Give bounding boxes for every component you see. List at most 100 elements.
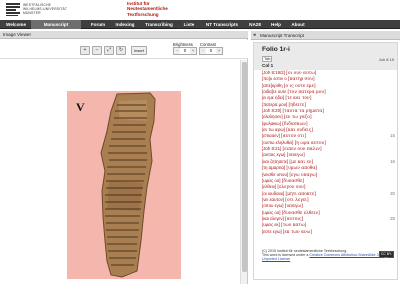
- contrast-stepper[interactable]: - 0 +: [199, 47, 223, 55]
- transcript-line-text: [τε και τον]: [285, 96, 312, 102]
- contrast-increase-button[interactable]: +: [216, 48, 222, 54]
- nav-item-liste[interactable]: Liste: [180, 20, 198, 29]
- transcript-line-ref: [πατερα μου]: [262, 101, 288, 107]
- transcript-line-ref: [οπου εγω]: [262, 203, 284, 209]
- nav-item-transcribing[interactable]: Transcribing: [142, 20, 176, 29]
- insert-button[interactable]: Insert: [131, 46, 148, 55]
- transcript-line-text: [υπαγω]: [284, 204, 303, 210]
- transcript-line-text: [εγω υπαγω]: [289, 172, 318, 178]
- transcript-line[interactable]: [εστε εγω] [εκ των ανω]: [262, 229, 395, 235]
- transcript-line-ref: [και ζητησετε]: [262, 158, 289, 164]
- nav-item-welcome[interactable]: Welcome: [3, 20, 29, 29]
- image-viewer-scrollbar[interactable]: [240, 60, 247, 284]
- nav-item-about[interactable]: About: [288, 20, 308, 29]
- transcript-line-ref: [αυτοις εγω]: [262, 152, 286, 158]
- transcript-panel-title: Manuscript Transcript: [260, 33, 304, 38]
- university-name: WESTFÄLISCHE WILHELMS-UNIVERSITÄT MÜNSTE…: [23, 3, 67, 15]
- transcript-line-text: [δυνασθε]: [281, 178, 305, 184]
- transcript-line-ref: [και ελεγεν]: [262, 215, 284, 221]
- brightness-value[interactable]: 0: [181, 48, 189, 54]
- transcript-line-text: [αυτον οτι]: [281, 134, 307, 140]
- transcript-lines: [Joh 8:19/2] [οι ουν αυτω] [πο]υ εστιν ο …: [262, 70, 395, 235]
- transcript-line-ref: [εστε εγω]: [262, 228, 282, 234]
- brightness-stepper[interactable]: - 0 +: [173, 47, 197, 55]
- transcript-line-text: [ο ις ουτε εμε]: [283, 83, 316, 89]
- site-header: WESTFÄLISCHE WILHELMS-UNIVERSITÄT MÜNSTE…: [0, 0, 400, 20]
- nav-item-na28[interactable]: NA28: [246, 20, 264, 29]
- scrollbar-thumb[interactable]: [242, 62, 247, 272]
- transcript-line-text: [υπαγω]: [286, 153, 305, 159]
- transcript-line-text: [εκ των ανω]: [282, 229, 312, 235]
- transcript-line-ref: [φυλακιω]: [262, 120, 281, 126]
- transcript-line-ref: [νει εαυτον]: [262, 196, 284, 202]
- folio-side-marker: V: [76, 100, 85, 114]
- nav-item-forum[interactable]: Forum: [87, 20, 109, 29]
- university-name-line: MÜNSTER: [23, 11, 41, 15]
- image-viewer-panel: Image Viewer + − ⤢ ↻ Insert Brightness -…: [0, 31, 248, 284]
- transcript-line-ref: [οι ιουδαιοι]: [262, 190, 285, 196]
- fit-page-button[interactable]: ⤢: [104, 46, 114, 55]
- transcript-line-ref: [νεισθε οπου]: [262, 171, 289, 177]
- transcript-line-ref: [πο]υ εστιν ο: [262, 76, 287, 82]
- transcript-line-text: [ελεγον ουν]: [277, 185, 306, 191]
- transcript-content[interactable]: Folio 1r-i Tab Joh 8 19 Col 1 [Joh 8:19/…: [253, 42, 398, 280]
- nav-item-nt-transcripts[interactable]: NT Transcripts: [202, 20, 242, 29]
- university-logo-mark: [6, 3, 20, 16]
- image-canvas[interactable]: V: [0, 60, 240, 284]
- papyrus-fragment-image: [100, 92, 156, 278]
- zoom-out-button[interactable]: −: [92, 46, 102, 55]
- transcript-line-text: [ειπεν ουν παλιν]: [282, 147, 322, 153]
- transcript-line-ref: [Joh 8:19/2]: [262, 70, 285, 75]
- nav-item-indexing[interactable]: Indexing: [113, 20, 137, 29]
- app-root: WESTFÄLISCHE WILHELMS-UNIVERSITÄT MÜNSTE…: [0, 0, 400, 284]
- transcript-line-ref: [Joh 8:20]: [262, 108, 282, 114]
- zoom-in-icon: +: [83, 47, 87, 53]
- transcript-header: Folio 1r-i Tab Joh 8 19 Col 1: [254, 43, 397, 70]
- license-notice: (C) 2015 Institut für neutestamentliche …: [262, 249, 395, 262]
- brightness-decrease-button[interactable]: -: [174, 48, 180, 54]
- transcript-line-text: [ηδειτε]: [288, 102, 306, 108]
- transcript-line-text: [μητι αποκτε]: [285, 191, 316, 197]
- transcript-panel-header[interactable]: ◂ Manuscript Transcript: [251, 31, 400, 40]
- transcript-line-text: [ταυτα τα ρηματα]: [282, 109, 325, 115]
- transcript-line-ref: [ουπω εληλυθει]: [262, 139, 294, 145]
- transcript-line-ref: [τη αμαρτια]: [262, 165, 286, 171]
- institute-name[interactable]: Institut für Neutestamentliche Textforsc…: [127, 1, 168, 17]
- transcript-line-ref: [υμεις ου]: [262, 209, 281, 215]
- transcript-line-text: [και ουδεις]: [286, 128, 313, 134]
- transcript-line-text: [οτι λεγει]: [285, 197, 309, 203]
- transcript-line-text: [διδασκων]: [282, 121, 308, 127]
- university-logo[interactable]: WESTFÄLISCHE WILHELMS-UNIVERSITÄT MÜNSTE…: [6, 2, 116, 18]
- transcript-line-ref: [ελθειν]: [262, 184, 277, 190]
- zoom-out-icon: −: [95, 47, 99, 53]
- rotate-button[interactable]: ↻: [116, 46, 126, 55]
- image-viewer-toolbar: + − ⤢ ↻ Insert Brightness - 0 + Contrast…: [0, 40, 248, 59]
- manuscript-page-image[interactable]: [67, 91, 181, 279]
- transcript-line-text: [εν τω γαζο]: [283, 115, 312, 121]
- nav-item-help[interactable]: Help: [268, 20, 284, 29]
- transcript-line-text: [οι ουν αυτω]: [286, 71, 317, 76]
- contrast-value[interactable]: 0: [207, 48, 215, 54]
- transcript-line-text: [η ωρα αυτου]: [294, 140, 326, 146]
- folio-title: Folio 1r-i: [262, 46, 290, 53]
- verse-reference: Joh 8 19: [378, 57, 394, 62]
- brightness-increase-button[interactable]: +: [190, 48, 196, 54]
- transcript-line-ref: [επιασεν]: [262, 133, 280, 139]
- main-nav: Welcome Manuscript Workspace Forum Index…: [0, 20, 400, 36]
- transcript-line-ref: [υμεις ου]: [262, 177, 281, 183]
- contrast-decrease-button[interactable]: -: [200, 48, 206, 54]
- transcript-line-text: [πατηρ σου]: [287, 77, 315, 83]
- tab-toggle[interactable]: Tab: [262, 56, 273, 63]
- cc-license-badge[interactable]: CC BY-SA: [379, 251, 394, 261]
- nav-item-manuscript-workspace[interactable]: Manuscript Workspace: [31, 20, 81, 36]
- transcript-line-text: [δυνασθε ελθειν]: [281, 210, 320, 216]
- transcript-line-text: [αυτοις]: [285, 216, 304, 222]
- transcript-line-ref: [ελαλησεν]: [262, 114, 283, 120]
- transcript-line-ref: [οιδα]τε ουτε: [262, 89, 287, 95]
- transcript-line-ref: [Joh 8:21]: [262, 146, 282, 152]
- license-text: This work is licensed under a Creative C…: [262, 253, 395, 261]
- zoom-in-button[interactable]: +: [80, 46, 90, 55]
- transcript-line-ref: [απε]κριθη: [262, 82, 283, 88]
- collapse-icon[interactable]: ◂: [253, 32, 259, 38]
- transcript-panel: ◂ Manuscript Transcript Folio 1r-i Tab J…: [251, 31, 400, 284]
